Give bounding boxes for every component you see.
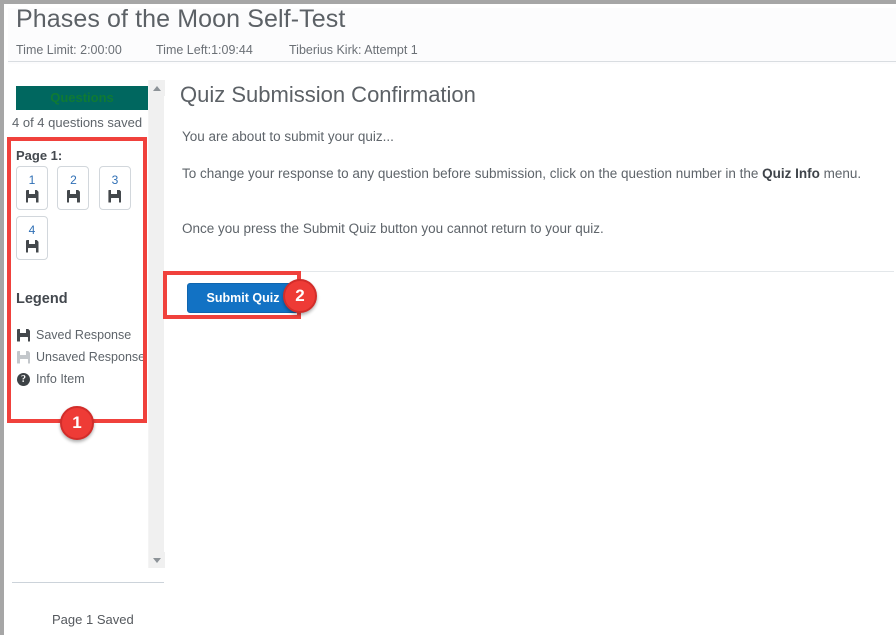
time-left-label: Time Left:1:09:44 [156, 43, 253, 57]
header-divider [8, 61, 896, 62]
question-button-4[interactable]: 4 [16, 216, 48, 260]
saved-response-icon [66, 189, 80, 203]
legend-item-label: Unsaved Response [36, 350, 146, 364]
legend-item-unsaved-response: Unsaved Response [16, 346, 146, 368]
legend-item-saved-response: Saved Response [16, 324, 146, 346]
quiz-window: Phases of the Moon Self-Test Time Limit:… [0, 0, 896, 635]
content-heading: Quiz Submission Confirmation [180, 82, 476, 107]
confirmation-paragraph-3: Once you press the Submit Quiz button yo… [182, 221, 604, 236]
user-attempt-label: Tiberius Kirk: Attempt 1 [289, 43, 418, 57]
question-number-label: 4 [28, 222, 36, 237]
saved-response-icon [16, 328, 31, 342]
confirmation-paragraph-2: To change your response to any question … [182, 160, 882, 187]
sidebar-scrollbar[interactable] [148, 80, 165, 568]
quiz-info-sidebar: Questions 4 of 4 questions saved Page 1:… [8, 66, 148, 571]
quiz-header: Phases of the Moon Self-Test Time Limit:… [8, 5, 896, 64]
legend-item-label: Info Item [36, 372, 85, 386]
tab-questions[interactable]: Questions [16, 86, 148, 110]
page-saved-status: Page 1 Saved [52, 612, 134, 627]
quiz-info-emphasis: Quiz Info [762, 166, 820, 181]
question-number-label: 2 [70, 172, 77, 187]
saved-response-icon [108, 189, 122, 203]
question-button-3[interactable]: 3 [98, 166, 131, 210]
scroll-up-arrow-icon[interactable] [149, 80, 165, 96]
saved-response-icon [25, 239, 39, 253]
saved-questions-count: 4 of 4 questions saved [12, 115, 143, 130]
paragraph-2-text-after: menu. [819, 166, 862, 181]
question-button-1[interactable]: 1 [16, 166, 48, 210]
content-divider [182, 271, 894, 272]
legend-title: Legend [16, 291, 68, 307]
question-button-2[interactable]: 2 [57, 166, 90, 210]
question-number-grid: 1 2 3 4 [16, 166, 144, 266]
sidebar-bottom-divider [12, 582, 164, 583]
confirmation-paragraph-1: You are about to submit your quiz... [182, 129, 394, 144]
legend-list: Saved Response Unsaved Response ? Info I… [16, 324, 146, 390]
page-title: Phases of the Moon Self-Test [16, 5, 346, 33]
info-item-icon: ? [16, 372, 31, 386]
scroll-down-arrow-icon[interactable] [149, 552, 165, 568]
legend-item-label: Saved Response [36, 328, 132, 342]
question-number-label: 1 [28, 172, 36, 187]
submit-quiz-button[interactable]: Submit Quiz [187, 283, 299, 313]
question-number-label: 3 [111, 172, 119, 187]
time-limit-label: Time Limit: 2:00:00 [16, 43, 122, 57]
saved-response-icon [25, 189, 39, 203]
page-label: Page 1: [16, 148, 63, 163]
paragraph-2-text-before: To change your response to any question … [182, 166, 763, 181]
legend-item-info-item: ? Info Item [16, 368, 146, 390]
unsaved-response-icon [16, 350, 31, 364]
